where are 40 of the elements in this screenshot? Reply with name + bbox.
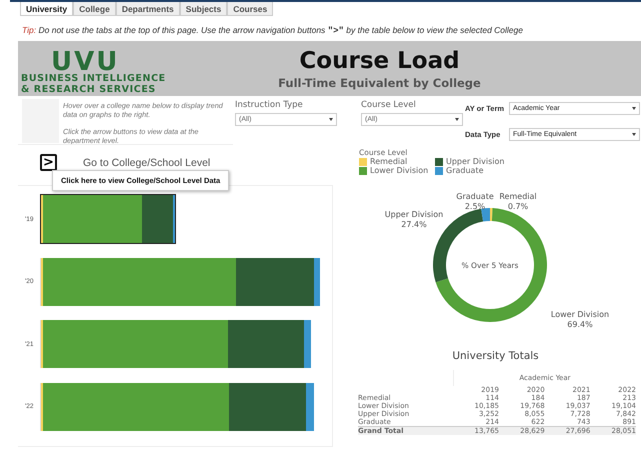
page-subtitle: Full-Time Equivalent by College	[278, 76, 481, 90]
logo-mark: UVU	[51, 51, 120, 73]
stacked-bar[interactable]	[41, 320, 311, 368]
tab[interactable]: University	[20, 2, 74, 16]
tip-text: by the table below to view the selected College	[346, 25, 523, 35]
legend-label: Lower Division	[370, 166, 428, 175]
caret-icon	[632, 133, 636, 136]
tip-label: Tip:	[22, 25, 36, 35]
legend-label: Graduate	[446, 166, 484, 175]
logo-text: & RESEARCH SERVICES	[21, 84, 156, 95]
stacked-bar[interactable]	[41, 195, 176, 244]
tip-text: Do not use the tabs at the top of this page. Use the arrow navigation buttons	[38, 25, 326, 35]
caret-icon	[455, 118, 459, 121]
legend-label: Upper Division	[446, 157, 504, 166]
nav-label: Go to College/School Level	[83, 156, 210, 168]
filter-label: Instruction Type	[235, 100, 304, 110]
slice-value: 0.7%	[508, 202, 528, 211]
table-title: University Totals	[451, 350, 540, 362]
caret-icon	[329, 118, 333, 121]
tab[interactable]: College	[73, 2, 116, 16]
donut-slice[interactable]	[481, 208, 490, 222]
tab[interactable]: Subjects	[180, 2, 228, 16]
tab[interactable]: Courses	[227, 2, 274, 16]
page-title: Course Load	[299, 48, 460, 74]
logo-text: BUSINESS INTELLIGENCE	[21, 73, 166, 84]
slice-value: 2.5%	[464, 202, 486, 211]
arrow-symbol: ">"	[328, 26, 344, 36]
next-button[interactable]: >	[40, 154, 57, 171]
slice-label: Lower Division	[550, 310, 610, 319]
stacked-bar[interactable]	[41, 382, 314, 431]
slice-label: Remedial	[499, 192, 537, 201]
stacked-bar[interactable]	[41, 258, 320, 306]
caret-icon	[632, 106, 636, 110]
slice-value: 69.4%	[567, 320, 593, 329]
tab[interactable]: Departments	[116, 2, 180, 16]
filter-label: Course Level	[361, 100, 417, 110]
legend-label: Remedial	[370, 157, 408, 166]
slice-value: 27.4%	[401, 220, 427, 229]
slice-label: Graduate	[456, 192, 494, 201]
slice-label: Upper Division	[384, 210, 444, 219]
